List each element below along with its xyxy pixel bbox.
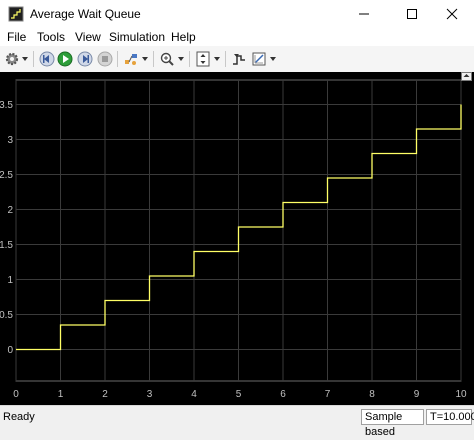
menu-bar: File Tools View Simulation Help: [0, 28, 474, 46]
menu-tools[interactable]: Tools: [37, 30, 65, 44]
scale-axes-dropdown-arrow-icon[interactable]: [214, 55, 220, 63]
scope-display[interactable]: 0 1 2 3 4 5 6 7 8 9 10 0 0.5 1 1.5 2 2.5 3 3.5: [0, 72, 474, 405]
stop-button[interactable]: [96, 50, 114, 68]
toolbar-separator: [33, 51, 34, 67]
y-tick-label: 2.5: [0, 170, 13, 181]
highlight-dropdown-arrow-icon[interactable]: [142, 55, 148, 63]
menu-view[interactable]: View: [75, 30, 101, 44]
title-bar: Average Wait Queue: [0, 0, 474, 28]
settings-button[interactable]: [3, 50, 21, 68]
close-button[interactable]: [430, 0, 474, 28]
plot-chart: 0 1 2 3 4 5 6 7 8 9 10 0 0.5 1 1.5 2 2.5 3 3.5: [0, 79, 467, 400]
scale-axes-button[interactable]: [194, 50, 212, 68]
step-back-icon: [39, 51, 55, 67]
y-tick-label: 3.5: [0, 100, 13, 111]
x-tick-label: 7: [325, 389, 331, 400]
menu-simulation[interactable]: Simulation: [109, 30, 165, 44]
x-tick-label: 5: [236, 389, 242, 400]
measurements-dropdown-arrow-icon[interactable]: [270, 55, 276, 63]
x-tick-label: 10: [455, 389, 467, 400]
y-tick-label: 0: [7, 345, 13, 356]
y-tick-label: 0.5: [0, 310, 13, 321]
window-title: Average Wait Queue: [30, 7, 141, 21]
step-forward-button[interactable]: [76, 50, 94, 68]
undock-button[interactable]: [461, 72, 472, 81]
triggers-button[interactable]: [230, 50, 248, 68]
toolbar-separator: [225, 51, 226, 67]
triggers-icon: [233, 54, 245, 65]
highlight-icon: [125, 54, 137, 65]
zoom-button[interactable]: [158, 50, 176, 68]
status-bar: Ready Sample based T=10.000: [0, 405, 474, 438]
step-forward-icon: [77, 51, 93, 67]
x-tick-label: 0: [13, 389, 19, 400]
x-tick-label: 9: [414, 389, 420, 400]
x-tick-label: 8: [369, 389, 375, 400]
x-tick-label: 4: [191, 389, 197, 400]
y-tick-label: 2: [7, 205, 13, 216]
maximize-button[interactable]: [390, 0, 434, 28]
menu-file[interactable]: File: [7, 30, 26, 44]
measurements-icon: [252, 52, 266, 66]
zoom-icon: [160, 52, 174, 66]
x-tick-label: 2: [102, 389, 108, 400]
status-time: T=10.000: [426, 409, 474, 425]
measurements-button[interactable]: [250, 50, 268, 68]
toolbar-separator: [117, 51, 118, 67]
highlight-button[interactable]: [122, 50, 140, 68]
zoom-dropdown-arrow-icon[interactable]: [178, 55, 184, 63]
status-ready-text: Ready: [3, 411, 35, 423]
minimize-icon: [359, 13, 369, 15]
undock-icon: [463, 74, 470, 77]
settings-icon: [5, 52, 19, 66]
step-back-button[interactable]: [38, 50, 56, 68]
y-tick-label: 3: [7, 135, 13, 146]
scope-app-icon: [8, 6, 24, 22]
stop-icon: [97, 51, 113, 67]
scale-axes-icon: [196, 51, 210, 67]
status-mode: Sample based: [361, 409, 424, 438]
run-icon: [57, 51, 73, 67]
run-button[interactable]: [56, 50, 74, 68]
toolbar-separator: [153, 51, 154, 67]
menu-help[interactable]: Help: [171, 30, 196, 44]
x-tick-label: 1: [58, 389, 64, 400]
settings-dropdown-arrow-icon[interactable]: [22, 55, 28, 63]
toolbar-separator: [189, 51, 190, 67]
x-tick-label: 3: [147, 389, 153, 400]
close-icon: [446, 8, 458, 20]
y-tick-label: 1.5: [0, 240, 13, 251]
maximize-icon: [407, 9, 417, 19]
y-tick-label: 1: [7, 275, 13, 286]
minimize-button[interactable]: [342, 0, 386, 28]
x-tick-label: 6: [280, 389, 286, 400]
toolbar: [0, 46, 474, 73]
